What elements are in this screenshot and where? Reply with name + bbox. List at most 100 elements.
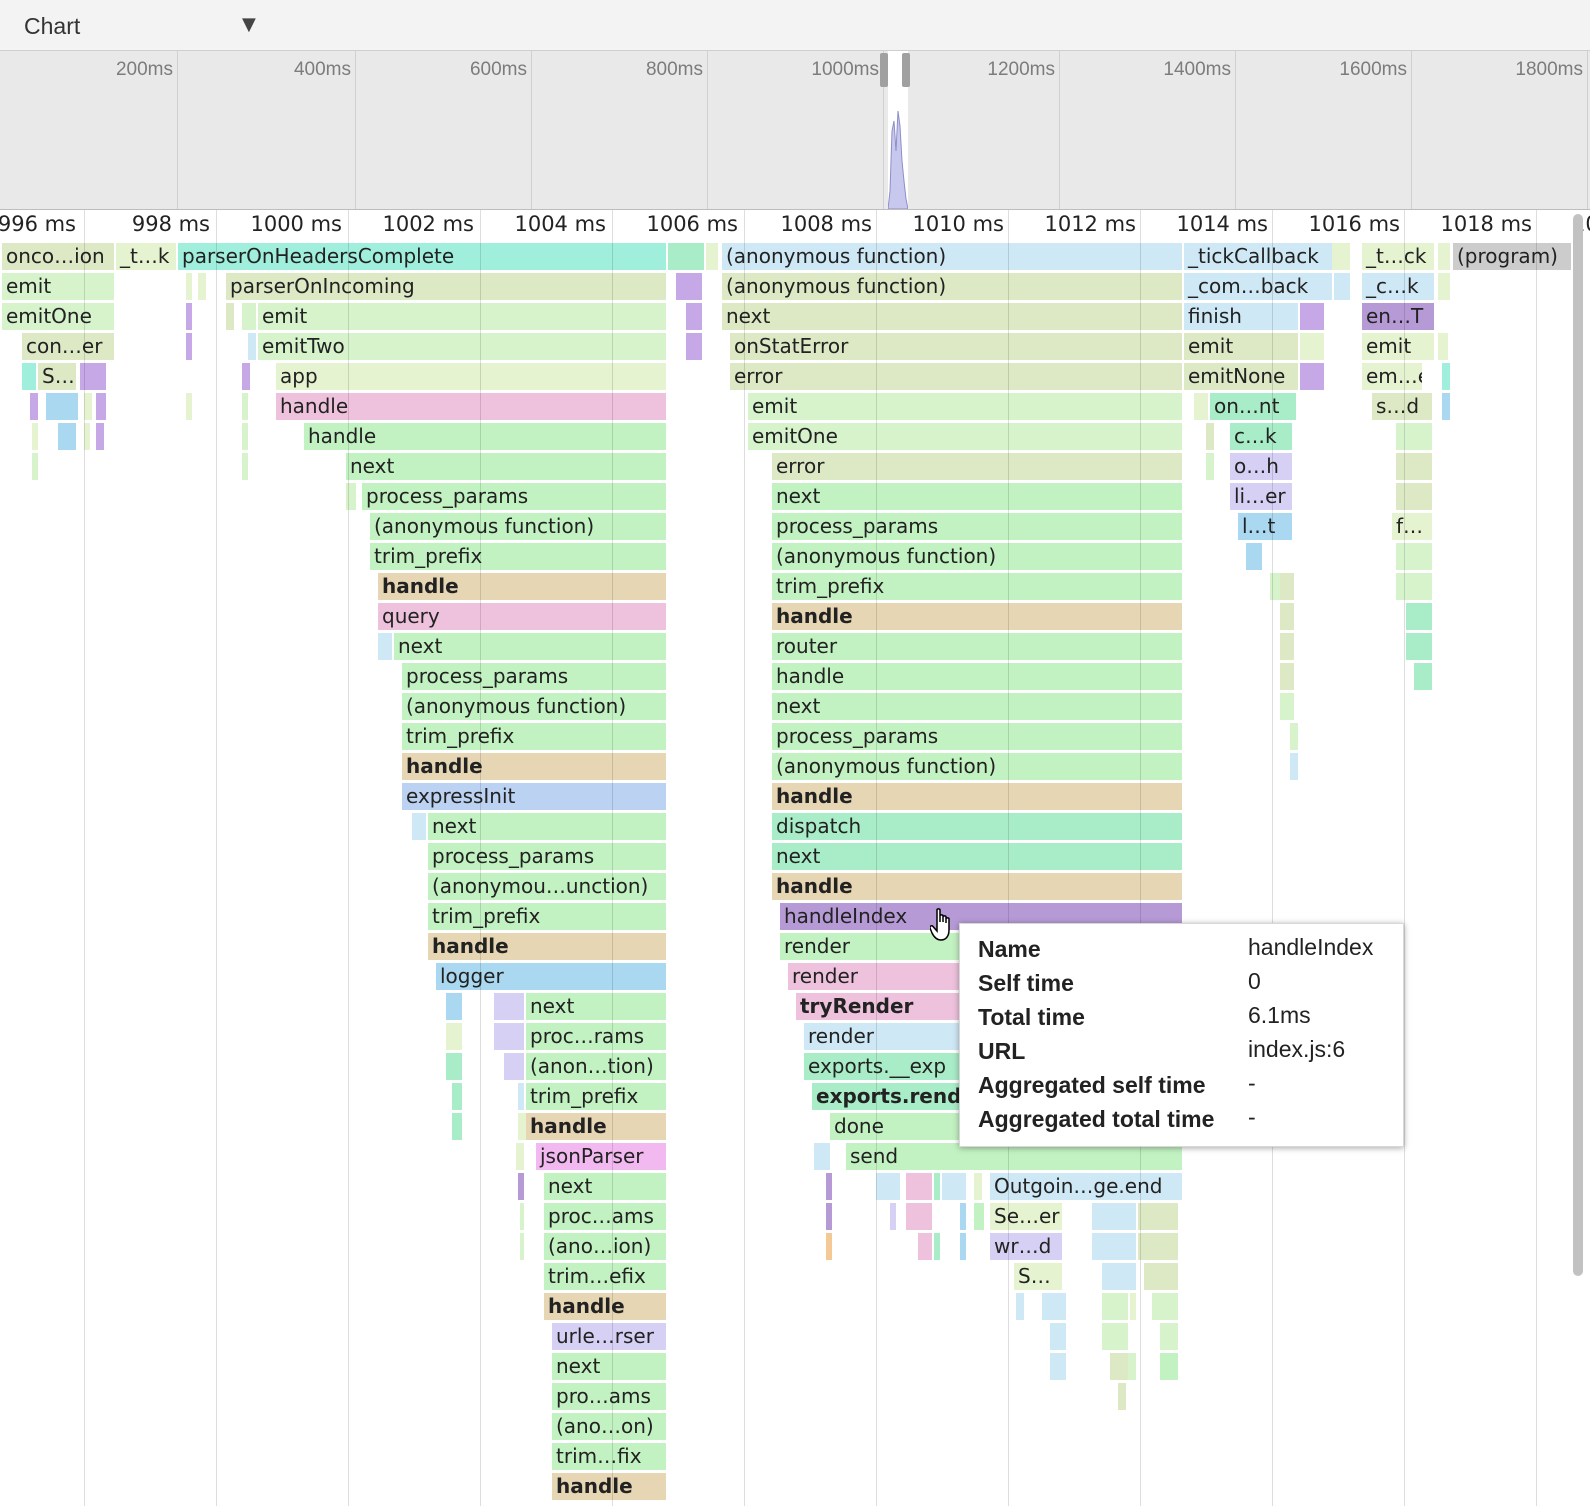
flame-entry[interactable]: handle [428, 933, 666, 960]
flame-entry[interactable]: handle [772, 783, 1182, 810]
flame-entry[interactable]: dispatch [772, 813, 1182, 840]
flame-entry[interactable] [446, 993, 462, 1020]
flame-entry[interactable] [96, 423, 104, 450]
flame-entry[interactable] [1206, 423, 1214, 450]
flame-entry[interactable]: trim_prefix [428, 903, 666, 930]
flame-entry[interactable] [1050, 1353, 1066, 1380]
flame-entry[interactable] [974, 1173, 982, 1200]
flame-entry[interactable] [198, 273, 206, 300]
flame-entry[interactable]: _t…ck [1362, 243, 1434, 270]
flame-entry[interactable]: next [428, 813, 666, 840]
flame-entry[interactable]: (anonymous function) [772, 753, 1182, 780]
flame-entry[interactable] [22, 363, 36, 390]
flame-entry[interactable] [826, 1203, 832, 1230]
flame-entry[interactable] [494, 993, 524, 1020]
flame-entry[interactable] [378, 633, 392, 660]
flame-entry[interactable] [1102, 1323, 1128, 1350]
flame-entry[interactable] [1280, 633, 1294, 660]
flame-entry[interactable] [32, 423, 38, 450]
flame-entry[interactable]: f… [1392, 513, 1432, 540]
flame-entry[interactable] [676, 273, 702, 300]
flame-entry[interactable] [1290, 723, 1298, 750]
flame-entry[interactable] [668, 243, 704, 270]
flame-entry[interactable] [890, 1203, 896, 1230]
flame-entry[interactable] [186, 273, 192, 300]
flame-entry[interactable] [1016, 1293, 1024, 1320]
flame-entry[interactable]: logger [436, 963, 666, 990]
flame-entry[interactable]: emit [2, 273, 114, 300]
flame-entry[interactable] [242, 453, 248, 480]
flame-entry[interactable]: trim…fix [552, 1443, 666, 1470]
flame-entry[interactable]: jsonParser [536, 1143, 666, 1170]
flame-entry[interactable] [1406, 633, 1432, 660]
flame-chart-scrollbar[interactable] [1573, 214, 1583, 1276]
flame-entry[interactable]: en…T [1362, 303, 1434, 330]
flame-entry[interactable] [1270, 573, 1280, 600]
flame-entry[interactable]: finish [1184, 303, 1298, 330]
flame-entry[interactable] [814, 1143, 830, 1170]
flame-entry[interactable] [1042, 1293, 1066, 1320]
timeline-overview[interactable]: 200ms 400ms 600ms 800ms 1000ms 1200ms 1400ms 16… [0, 51, 1590, 210]
flame-entry[interactable]: error [730, 363, 1182, 390]
flame-entry[interactable] [412, 813, 426, 840]
flame-entry[interactable] [1130, 1293, 1136, 1320]
flame-entry[interactable] [1152, 1293, 1178, 1320]
flame-entry[interactable] [1050, 1323, 1066, 1350]
flame-entry[interactable] [1206, 453, 1214, 480]
flame-entry[interactable]: next [722, 303, 1182, 330]
flame-entry[interactable] [452, 1083, 462, 1110]
flame-entry[interactable]: Se…er [990, 1203, 1062, 1230]
flame-entry[interactable]: emit [1362, 333, 1434, 360]
flame-entry[interactable]: s…d [1372, 393, 1432, 420]
flame-entry[interactable]: handle [772, 873, 1182, 900]
flame-entry[interactable] [960, 1203, 966, 1230]
flame-entry[interactable] [1160, 1353, 1178, 1380]
flame-entry[interactable] [226, 303, 234, 330]
flame-entry[interactable]: proc…ams [544, 1203, 666, 1230]
flame-entry[interactable] [186, 393, 192, 420]
flame-entry[interactable]: send [846, 1143, 1182, 1170]
flame-entry[interactable] [46, 393, 78, 420]
flame-entry[interactable] [1438, 333, 1448, 360]
flame-entry[interactable]: _com…back [1184, 273, 1332, 300]
flame-entry[interactable] [1442, 363, 1450, 390]
flame-entry[interactable] [518, 1083, 524, 1110]
flame-entry[interactable] [58, 423, 76, 450]
flame-entry[interactable]: app [276, 363, 666, 390]
flame-entry[interactable] [1300, 363, 1324, 390]
flame-entry[interactable] [346, 483, 356, 510]
flame-entry[interactable] [1280, 663, 1294, 690]
flame-entry[interactable]: _c…k [1362, 273, 1434, 300]
flame-entry[interactable]: proc…rams [526, 1023, 666, 1050]
flame-entry[interactable] [518, 1173, 524, 1200]
flame-entry[interactable]: error [772, 453, 1182, 480]
view-mode-dropdown[interactable]: Chart ▼ [6, 0, 266, 50]
flame-entry[interactable]: query [378, 603, 666, 630]
flame-entry[interactable]: onStatError [730, 333, 1182, 360]
flame-entry[interactable] [906, 1203, 932, 1230]
flame-entry[interactable]: (anonymous function) [722, 243, 1182, 270]
flame-entry[interactable] [504, 1053, 524, 1080]
flame-entry[interactable]: router [772, 633, 1182, 660]
flame-entry[interactable]: onco…ion [2, 243, 114, 270]
flame-entry[interactable] [934, 1233, 940, 1260]
flame-entry[interactable]: next [772, 693, 1182, 720]
flame-entry[interactable]: render [804, 1023, 960, 1050]
flame-entry[interactable] [686, 333, 702, 360]
flame-entry[interactable]: handle [304, 423, 666, 450]
flame-entry[interactable] [1396, 573, 1432, 600]
flame-entry[interactable] [186, 303, 192, 330]
flame-entry[interactable]: parserOnHeadersComplete [178, 243, 666, 270]
flame-entry[interactable] [1118, 1383, 1126, 1410]
flame-entry[interactable]: exports.__exp [804, 1053, 960, 1080]
flame-entry[interactable]: (anon…tion) [526, 1053, 666, 1080]
flame-entry[interactable] [186, 333, 192, 360]
flame-entry[interactable]: handle [544, 1293, 666, 1320]
flame-entry[interactable] [1414, 663, 1432, 690]
flame-entry[interactable]: pro…ams [552, 1383, 666, 1410]
flame-entry[interactable]: emitNone [1184, 363, 1298, 390]
flame-entry[interactable] [1138, 1233, 1178, 1260]
flame-entry[interactable] [494, 1023, 524, 1050]
flame-entry[interactable]: next [544, 1173, 666, 1200]
flame-entry[interactable] [1438, 243, 1450, 270]
